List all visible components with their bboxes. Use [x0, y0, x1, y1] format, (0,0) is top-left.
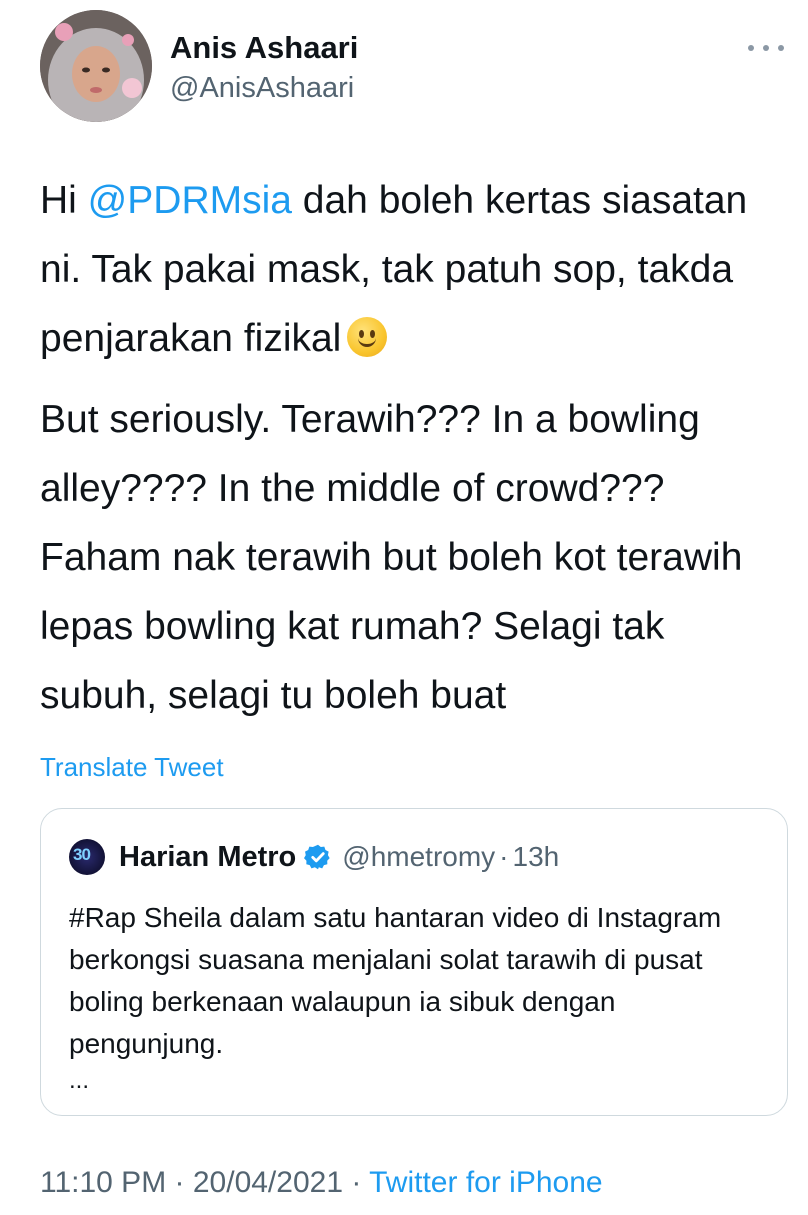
more-dot — [763, 45, 769, 51]
tweet-source-link[interactable]: Twitter for iPhone — [369, 1166, 602, 1199]
avatar[interactable] — [40, 10, 152, 122]
tweet-text: Hi @PDRMsia dah boleh kertas siasatan ni… — [40, 166, 780, 730]
user-handle[interactable]: @AnisAshaari — [170, 72, 354, 105]
quote-timestamp: 13h — [512, 841, 560, 872]
tweet-text-start: Hi — [40, 179, 88, 222]
quote-ellipsis: ... — [69, 1067, 90, 1094]
more-dot — [778, 45, 784, 51]
more-dot — [748, 45, 754, 51]
meta-separator: · — [166, 1166, 193, 1199]
tweet-paragraph-1: Hi @PDRMsia dah boleh kertas siasatan ni… — [40, 166, 780, 373]
quote-author-handle: @hmetromy — [342, 841, 496, 872]
translate-tweet-link[interactable]: Translate Tweet — [40, 752, 224, 783]
mention-link[interactable]: @PDRMsia — [88, 179, 292, 222]
quote-avatar-logo: 30 — [73, 845, 91, 864]
quote-header: 30 Harian Metro @hmetromy · 13h — [69, 839, 559, 875]
quote-avatar: 30 — [69, 839, 105, 875]
avatar-image — [40, 10, 152, 122]
tweet: Anis Ashaari @AnisAshaari Hi @PDRMsia da… — [0, 0, 808, 1215]
tweet-date[interactable]: 20/04/2021 — [193, 1166, 343, 1199]
tweet-paragraph-2: But seriously. Terawih??? In a bowling a… — [40, 398, 743, 717]
verified-badge-icon — [304, 844, 330, 870]
slightly-smiling-face-icon — [347, 317, 388, 357]
quote-author-name: Harian Metro — [119, 840, 297, 873]
tweet-time[interactable]: 11:10 PM — [40, 1166, 166, 1199]
quote-text: #Rap Sheila dalam satu hantaran video di… — [69, 902, 722, 1059]
quoted-tweet-card[interactable]: 30 Harian Metro @hmetromy · 13h #Rap She… — [40, 808, 788, 1116]
user-name[interactable]: Anis Ashaari — [170, 30, 358, 66]
more-options-icon[interactable] — [748, 38, 784, 58]
quote-separator: · — [499, 841, 509, 872]
tweet-metadata: 11:10 PM · 20/04/2021 · Twitter for iPho… — [40, 1166, 603, 1200]
meta-separator: · — [343, 1166, 370, 1199]
